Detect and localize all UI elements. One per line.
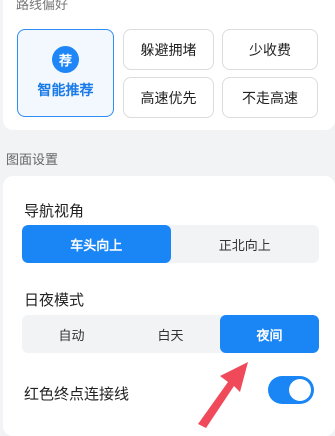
route-option-label: 高速优先 bbox=[140, 90, 197, 107]
route-preference-title: 路线偏好 bbox=[16, 0, 69, 13]
red-endpoint-line-toggle[interactable] bbox=[268, 376, 314, 404]
route-option-less-toll[interactable]: 少收费 bbox=[222, 29, 318, 70]
route-option-smart[interactable]: 荐 智能推荐 bbox=[17, 29, 114, 117]
day-night-segmented-control: 自动 白天 夜间 bbox=[22, 315, 319, 353]
nav-view-label: 导航视角 bbox=[24, 202, 85, 220]
route-option-label: 智能推荐 bbox=[37, 83, 94, 99]
day-night-label: 日夜模式 bbox=[24, 291, 85, 309]
red-endpoint-line-label: 红色终点连接线 bbox=[24, 385, 130, 403]
day-night-option-auto[interactable]: 自动 bbox=[22, 315, 121, 353]
route-option-label: 不走高速 bbox=[242, 90, 298, 107]
route-option-label: 躲避拥堵 bbox=[140, 42, 197, 59]
nav-view-option-north-up[interactable]: 正北向上 bbox=[171, 225, 320, 263]
toggle-knob bbox=[289, 379, 311, 401]
route-option-avoid-highway[interactable]: 不走高速 bbox=[222, 77, 318, 118]
route-option-avoid-congestion[interactable]: 躲避拥堵 bbox=[123, 29, 214, 70]
map-settings-section-title: 图面设置 bbox=[6, 153, 59, 168]
route-option-highway-first[interactable]: 高速优先 bbox=[123, 77, 214, 118]
annotation-arrow-icon bbox=[198, 362, 248, 428]
recommend-badge-icon: 荐 bbox=[52, 46, 79, 73]
route-option-label: 少收费 bbox=[249, 42, 291, 59]
nav-view-segmented-control: 车头向上 正北向上 bbox=[22, 225, 319, 263]
nav-view-option-heading-up[interactable]: 车头向上 bbox=[22, 225, 171, 263]
